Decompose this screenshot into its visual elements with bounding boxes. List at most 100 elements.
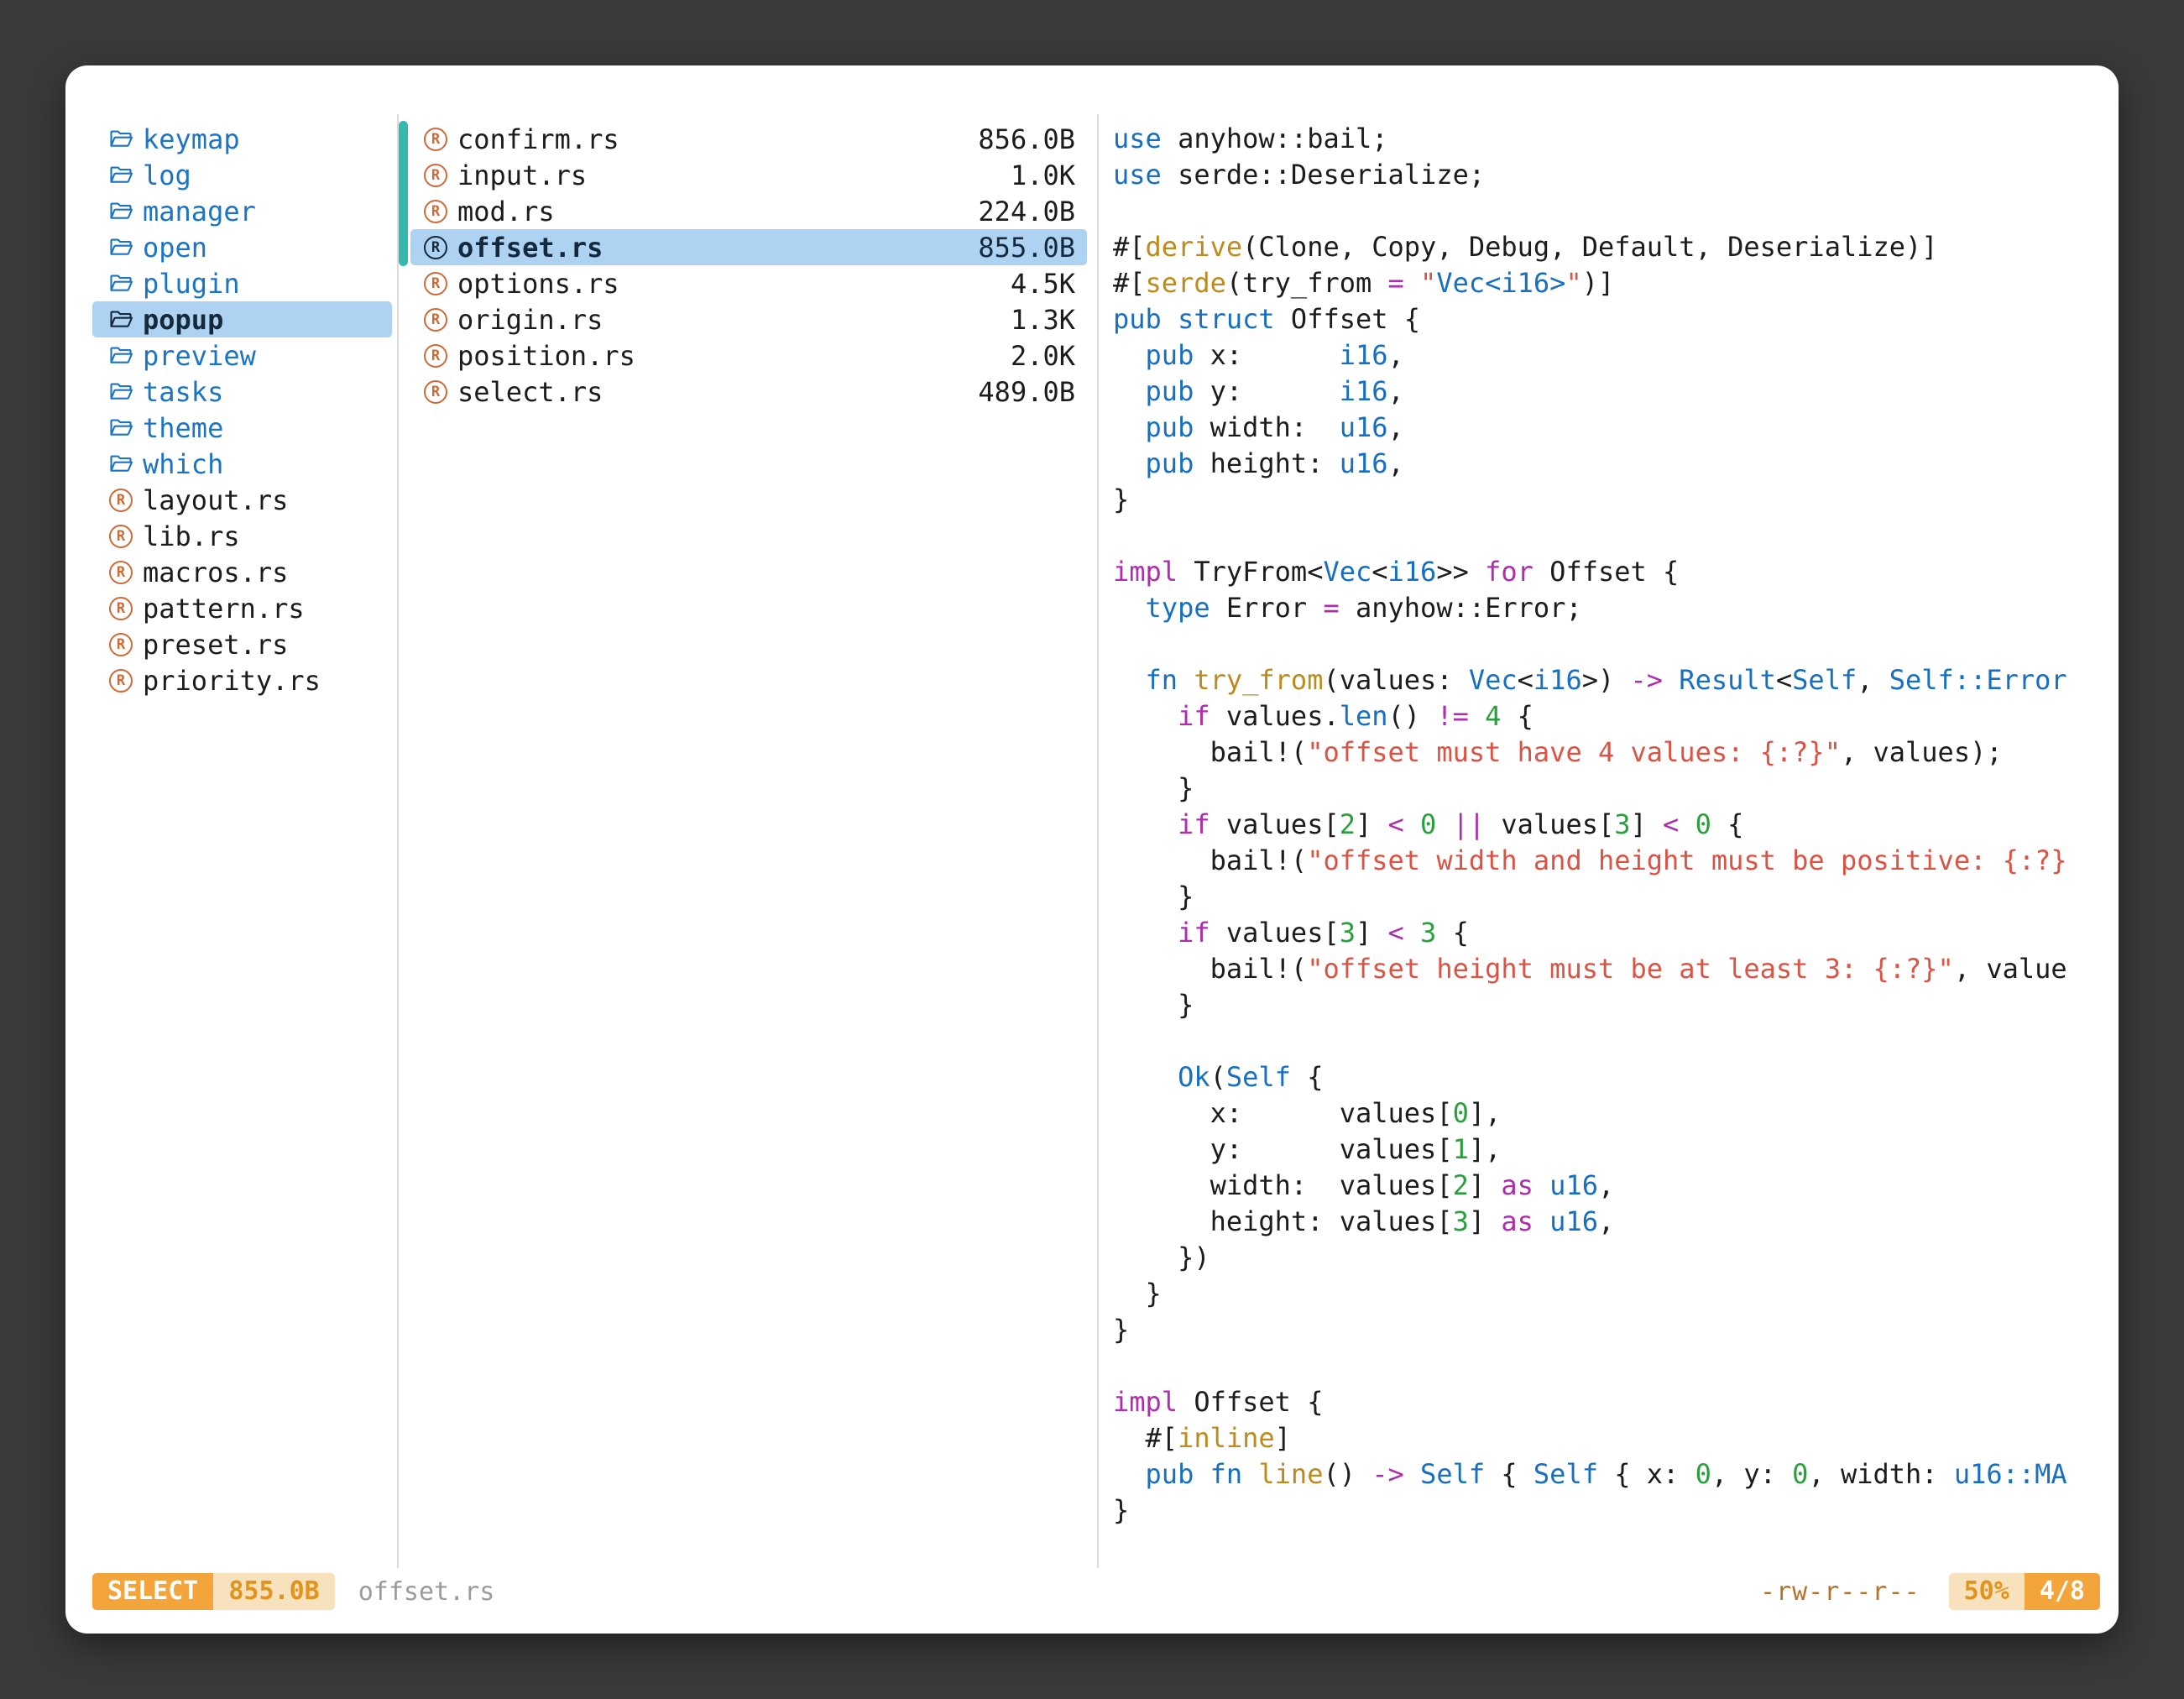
item-size: 855.0B xyxy=(978,232,1075,264)
folder-open-icon xyxy=(109,165,134,186)
item-size: 1.3K xyxy=(1011,304,1075,336)
code-line xyxy=(1113,193,2097,229)
item-size: 1.0K xyxy=(1011,159,1075,191)
code-line: fn try_from(values: Vec<i16>) -> Result<… xyxy=(1113,662,2097,698)
item-name: select.rs xyxy=(457,376,603,408)
file-preview-pane: use anyhow::bail;use serde::Deserialize;… xyxy=(1113,121,2097,1541)
folder-item-keymap[interactable]: keymap xyxy=(92,121,392,157)
item-name: open xyxy=(143,232,207,264)
file-size-badge: 855.0B xyxy=(213,1573,334,1610)
file-item-layout.rs[interactable]: Rlayout.rs xyxy=(92,482,392,518)
mode-badge: SELECT xyxy=(92,1573,213,1610)
item-size: 224.0B xyxy=(978,196,1075,227)
rust-file-icon: R xyxy=(424,308,447,332)
item-name: preview xyxy=(143,340,256,372)
folder-item-open[interactable]: open xyxy=(92,229,392,265)
code-line: }) xyxy=(1113,1240,2097,1276)
folder-open-icon xyxy=(109,345,134,366)
code-line: height: values[3] as u16, xyxy=(1113,1204,2097,1240)
code-line: #[inline] xyxy=(1113,1420,2097,1456)
status-filename: offset.rs xyxy=(358,1577,495,1607)
code-line: if values[3] < 3 { xyxy=(1113,915,2097,951)
code-line xyxy=(1113,518,2097,554)
item-name: origin.rs xyxy=(457,304,603,336)
code-line: bail!("offset must have 4 values: {:?}",… xyxy=(1113,734,2097,771)
file-item-mod.rs[interactable]: Rmod.rs224.0B xyxy=(410,193,1087,229)
file-item-options.rs[interactable]: Roptions.rs4.5K xyxy=(410,265,1087,301)
file-item-priority.rs[interactable]: Rpriority.rs xyxy=(92,662,392,698)
pane-divider xyxy=(1097,114,1099,1568)
folder-item-plugin[interactable]: plugin xyxy=(92,265,392,301)
folder-open-icon xyxy=(109,273,134,294)
item-name: macros.rs xyxy=(143,557,288,588)
item-name: popup xyxy=(143,304,223,336)
folder-item-log[interactable]: log xyxy=(92,157,392,193)
file-item-origin.rs[interactable]: Rorigin.rs 1.3K xyxy=(410,301,1087,337)
folder-open-icon xyxy=(109,453,134,474)
file-manager-window: keymap logmanageropen plugin popup preview ta… xyxy=(65,65,2119,1634)
rust-file-icon: R xyxy=(109,669,133,693)
code-line: pub struct Offset { xyxy=(1113,301,2097,337)
file-item-confirm.rs[interactable]: Rconfirm.rs856.0B xyxy=(410,121,1087,157)
code-line: #[serde(try_from = "Vec<i16>")] xyxy=(1113,265,2097,301)
folder-open-icon xyxy=(109,381,134,402)
code-line xyxy=(1113,1023,2097,1059)
file-item-macros.rs[interactable]: Rmacros.rs xyxy=(92,554,392,590)
code-preview: use anyhow::bail;use serde::Deserialize;… xyxy=(1113,121,2097,1529)
folder-item-theme[interactable]: theme xyxy=(92,410,392,446)
file-item-preset.rs[interactable]: Rpreset.rs xyxy=(92,626,392,662)
file-item-position.rs[interactable]: Rposition.rs2.0K xyxy=(410,337,1087,374)
item-name: log xyxy=(143,159,191,191)
item-size: 489.0B xyxy=(978,376,1075,408)
item-name: input.rs xyxy=(457,159,587,191)
scrollbar-indicator xyxy=(399,121,408,266)
item-name: theme xyxy=(143,412,223,444)
code-line: type Error = anyhow::Error; xyxy=(1113,590,2097,626)
item-name: pattern.rs xyxy=(143,593,305,625)
code-line: use serde::Deserialize; xyxy=(1113,157,2097,193)
file-item-input.rs[interactable]: Rinput.rs1.0K xyxy=(410,157,1087,193)
rust-file-icon: R xyxy=(109,597,133,620)
folder-open-icon xyxy=(109,309,134,330)
cursor-position-badge: 4/8 xyxy=(2025,1573,2100,1610)
rust-file-icon: R xyxy=(109,525,133,548)
code-line xyxy=(1113,626,2097,662)
folder-item-which[interactable]: which xyxy=(92,446,392,482)
current-directory-pane: Rconfirm.rs856.0B Rinput.rs 1.0K Rmod.rs 224… xyxy=(410,121,1087,410)
scroll-percent-badge: 50% xyxy=(1949,1573,2025,1610)
code-line: width: values[2] as u16, xyxy=(1113,1168,2097,1204)
folder-open-icon xyxy=(109,201,134,222)
item-name: plugin xyxy=(143,268,240,300)
folder-item-tasks[interactable]: tasks xyxy=(92,374,392,410)
code-line: y: values[1], xyxy=(1113,1132,2097,1168)
file-item-lib.rs[interactable]: Rlib.rs xyxy=(92,518,392,554)
code-line: pub x: i16, xyxy=(1113,337,2097,374)
code-line: } xyxy=(1113,1276,2097,1312)
folder-open-icon xyxy=(109,128,134,149)
item-name: keymap xyxy=(143,123,240,155)
code-line: } xyxy=(1113,1312,2097,1348)
item-size: 4.5K xyxy=(1011,268,1075,300)
code-line: Ok(Self { xyxy=(1113,1059,2097,1095)
file-item-pattern.rs[interactable]: Rpattern.rs xyxy=(92,590,392,626)
folder-item-popup[interactable]: popup xyxy=(92,301,392,337)
item-name: offset.rs xyxy=(457,232,603,264)
folder-item-preview[interactable]: preview xyxy=(92,337,392,374)
folder-item-manager[interactable]: manager xyxy=(92,193,392,229)
file-item-offset.rs[interactable]: Roffset.rs855.0B xyxy=(410,229,1087,265)
pane-divider xyxy=(397,114,399,1568)
code-line: } xyxy=(1113,987,2097,1023)
code-line: } xyxy=(1113,771,2097,807)
item-name: mod.rs xyxy=(457,196,555,227)
rust-file-icon: R xyxy=(109,489,133,512)
rust-file-icon: R xyxy=(424,272,447,295)
code-line: } xyxy=(1113,879,2097,915)
rust-file-icon: R xyxy=(424,380,447,404)
file-item-select.rs[interactable]: Rselect.rs 489.0B xyxy=(410,374,1087,410)
code-line: #[derive(Clone, Copy, Debug, Default, De… xyxy=(1113,229,2097,265)
file-permissions: -rw-r--r-- xyxy=(1760,1577,1920,1607)
folder-open-icon xyxy=(109,417,134,438)
item-name: tasks xyxy=(143,376,223,408)
item-name: which xyxy=(143,448,223,480)
item-name: lib.rs xyxy=(143,520,240,552)
